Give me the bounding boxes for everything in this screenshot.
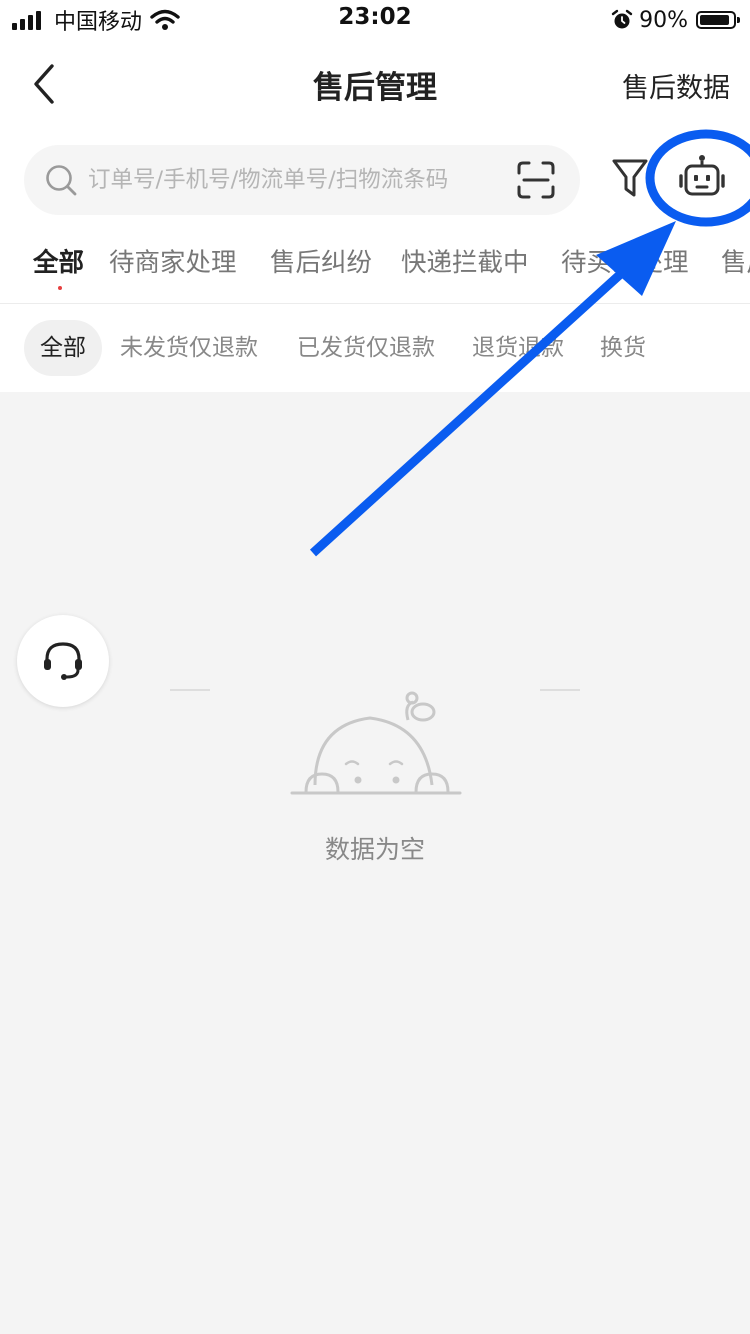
scan-icon[interactable] [516, 160, 556, 200]
filter-icon[interactable] [610, 157, 650, 199]
alarm-icon [611, 9, 633, 29]
tab-all[interactable]: 全部 [33, 242, 84, 279]
headset-icon [44, 642, 82, 680]
tab-pending-buyer[interactable]: 待买家处理 [561, 242, 689, 279]
after-sale-data-link[interactable]: 售后数据 [622, 66, 730, 105]
type-chips: 全部 未发货仅退款 已发货仅退款 退货退款 换货 [0, 304, 750, 392]
status-tabs: 全部 待商家处理 售后纠纷 快递拦截中 待买家处理 售后 [0, 230, 750, 302]
chip-exchange[interactable]: 换货 [600, 320, 646, 376]
battery-percent: 90% [639, 7, 688, 33]
search-input[interactable] [88, 145, 488, 215]
status-bar: 中国移动 23:02 90% [0, 0, 750, 40]
chip-return-refund[interactable]: 退货退款 [472, 320, 564, 376]
tab-intercepting[interactable]: 快递拦截中 [401, 242, 529, 279]
search-bar[interactable] [24, 145, 580, 215]
nav-bar: 售后管理 售后数据 [0, 40, 750, 128]
peeking-baby-icon [170, 689, 580, 795]
tab-pending-merchant[interactable]: 待商家处理 [109, 242, 237, 279]
robot-icon[interactable] [678, 154, 726, 198]
customer-service-button[interactable] [17, 615, 109, 707]
battery-icon [696, 11, 740, 29]
chip-shipped-refund[interactable]: 已发货仅退款 [297, 320, 435, 376]
chip-all[interactable]: 全部 [24, 320, 102, 376]
tab-after-sale[interactable]: 售后 [721, 242, 750, 279]
active-tab-indicator [58, 286, 62, 290]
tab-dispute[interactable]: 售后纠纷 [270, 242, 372, 279]
status-right: 90% [611, 6, 740, 34]
search-icon [46, 165, 77, 196]
chip-unshipped-refund[interactable]: 未发货仅退款 [120, 320, 258, 376]
empty-state-text: 数据为空 [324, 835, 425, 864]
